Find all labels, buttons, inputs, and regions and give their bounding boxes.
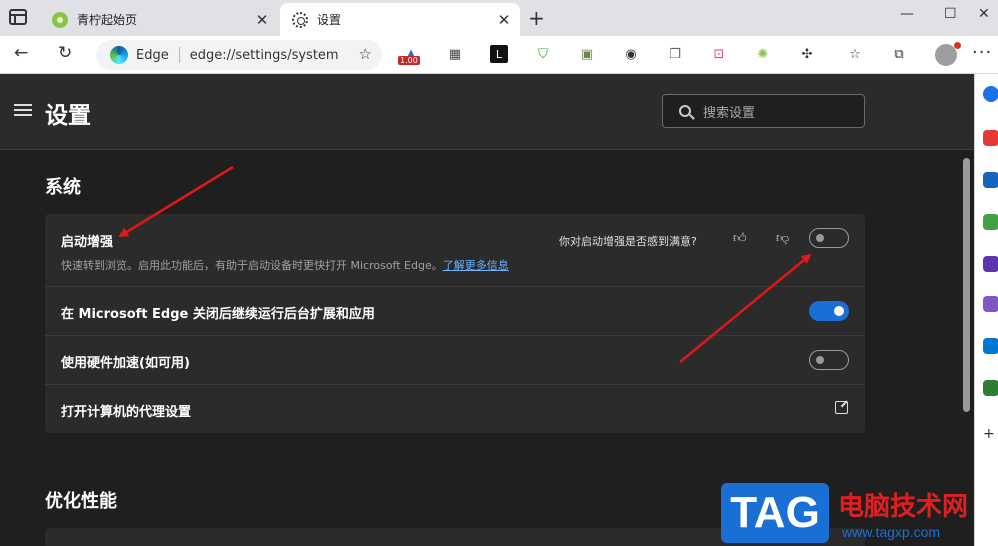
annotation-arrows bbox=[118, 165, 812, 363]
arrow-to-startup-boost bbox=[118, 165, 234, 238]
watermark-tag-logo: TAG bbox=[721, 483, 829, 543]
browser-window: 青柠起始页 ✕ 设置 ✕ + — ☐ ✕ ← ↻ Edge edge://set… bbox=[0, 0, 998, 546]
watermark-url: www.tagxp.com bbox=[842, 524, 941, 540]
arrow-to-startup-toggle bbox=[679, 253, 812, 363]
watermark-site-name: 电脑技术网 bbox=[838, 492, 969, 522]
